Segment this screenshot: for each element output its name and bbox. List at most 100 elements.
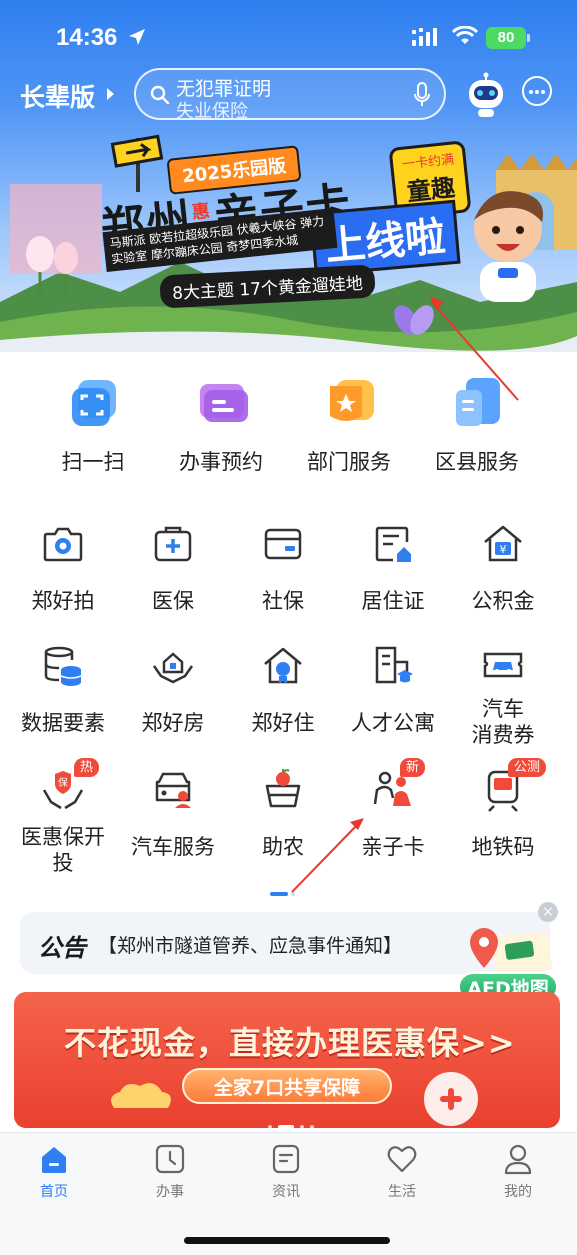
grid-item-housing-fund[interactable]: ¥ 公积金 (448, 522, 558, 632)
grid-item-zhenghaozhu[interactable]: 郑好住 (228, 644, 338, 754)
notice-tag: 公告 (38, 934, 86, 962)
child-mascot-illustration (474, 191, 544, 302)
grid-label: 郑好房 (141, 711, 205, 735)
grid-item-yihuibao[interactable]: 保 热 医惠保开 投 (8, 758, 118, 878)
grid-label-line2: 消费券 (471, 723, 535, 747)
caret-right-icon (107, 88, 114, 100)
signal-icon (412, 28, 437, 46)
grid-label-line1: 汽车 (482, 697, 524, 721)
page-indicator-dot (291, 892, 295, 896)
social-security-icon (264, 528, 302, 560)
top-bar: 长辈版 无犯罪证明 失业保险 (0, 66, 577, 122)
status-time: 14:36 (56, 24, 118, 51)
tab-label: 首页 (40, 1184, 68, 1200)
promo-banner-insurance[interactable]: 不花现金，直接办理医惠保>> 全家7口共享保障 (14, 992, 560, 1128)
medical-insurance-icon (154, 526, 192, 562)
svg-text:保: 保 (58, 776, 68, 789)
heart-icon (387, 1146, 417, 1173)
quick-item-scan[interactable]: 扫一扫 (38, 376, 148, 486)
residence-permit-icon (375, 526, 411, 562)
camera-icon (43, 527, 83, 562)
tab-services[interactable]: 办事 (130, 1143, 210, 1203)
grid-label: 地铁码 (471, 835, 535, 859)
grid-label: 助农 (262, 835, 304, 859)
grid-item-car-service[interactable]: 汽车服务 (118, 768, 228, 878)
page-indicator-active (270, 892, 288, 896)
quick-item-department[interactable]: 部门服务 (294, 376, 404, 486)
close-icon[interactable]: × (538, 902, 558, 922)
quick-label-appointment: 办事预约 (179, 450, 263, 474)
clock-icon (155, 1144, 185, 1174)
news-icon (272, 1144, 300, 1174)
tab-label: 我的 (504, 1184, 532, 1200)
new-tag: 新 (400, 758, 426, 777)
grid-label: 郑好住 (251, 711, 315, 735)
notice-text: 【郑州市隧道管养、应急事件通知】 (98, 935, 403, 957)
battery-indicator: 80 (486, 27, 530, 49)
grid-label: 社保 (262, 589, 304, 613)
appointment-icon (200, 384, 248, 422)
housing-fund-icon: ¥ (484, 525, 522, 562)
grid-label-line2: 投 (52, 851, 74, 875)
flowers-illustration (10, 184, 102, 294)
grid-item-data-elements[interactable]: 数据要素 (8, 644, 118, 754)
tab-home[interactable]: 首页 (14, 1143, 94, 1203)
grid-item-family-card[interactable]: 新 亲子卡 (338, 758, 448, 878)
tab-label: 生活 (388, 1184, 416, 1200)
grid-label: 医保 (152, 589, 194, 613)
grid-item-residence-permit[interactable]: 居住证 (338, 522, 448, 632)
grid-label: 汽车服务 (131, 835, 215, 859)
grid-item-metro-code[interactable]: 公测 地铁码 (448, 758, 558, 878)
tab-profile[interactable]: 我的 (478, 1143, 558, 1203)
grid-label: 居住证 (361, 589, 425, 613)
quick-label-district: 区县服务 (435, 450, 519, 474)
quick-label-department: 部门服务 (307, 450, 391, 474)
main-content: 扫一扫 办事预约 部门服务 区县服务 郑好拍 医保 社保 居住证 ¥ 公积金 数… (0, 352, 577, 1132)
district-icon (456, 378, 500, 426)
grid-item-zhenghaopai[interactable]: 郑好拍 (8, 522, 118, 632)
grid-label: 公积金 (471, 589, 535, 613)
grid-item-talent-apartment[interactable]: 人才公寓 (338, 644, 448, 754)
grid-item-car-coupon[interactable]: 汽车 消费券 (448, 644, 558, 754)
home-indicator (184, 1237, 390, 1244)
house-hands-icon (152, 652, 194, 684)
status-bar: 14:36 80 (0, 0, 577, 62)
promo-banner-family-card[interactable]: 2025乐园版 一卡约满 童趣 郑州惠玩亲子卡 上线啦 马斯派 欧若拉超级乐园 … (0, 122, 577, 352)
tab-life[interactable]: 生活 (362, 1143, 442, 1203)
search-box[interactable]: 无犯罪证明 失业保险 (134, 68, 446, 122)
car-service-icon (155, 772, 191, 808)
grid-item-medical-insurance[interactable]: 医保 (118, 522, 228, 632)
carousel-dots (268, 1114, 320, 1128)
road-sign-icon (110, 134, 164, 192)
search-icon (150, 85, 170, 105)
location-arrow-icon (129, 29, 145, 45)
grid-item-zhenghaofang[interactable]: 郑好房 (118, 644, 228, 754)
plus-icon (424, 1072, 478, 1126)
quick-item-district[interactable]: 区县服务 (422, 376, 532, 486)
quick-services: 扫一扫 办事预约 部门服务 区县服务 (0, 376, 577, 486)
wifi-icon (452, 26, 478, 44)
microphone-icon[interactable] (414, 82, 430, 108)
home-badge-icon (264, 647, 302, 684)
quick-label-scan: 扫一扫 (61, 450, 125, 474)
grid-item-social-security[interactable]: 社保 (228, 522, 338, 632)
apartment-icon (375, 646, 413, 684)
grid-label: 亲子卡 (361, 835, 425, 859)
grid-label: 数据要素 (21, 711, 105, 735)
grid-item-help-farmers[interactable]: 助农 (228, 768, 338, 878)
cloud-decoration (111, 1083, 171, 1108)
scan-icon (72, 380, 116, 426)
promo-title: 不花现金，直接办理医惠保>> (64, 1024, 516, 1062)
elder-mode-button[interactable]: 长辈版 (20, 78, 95, 114)
department-icon (330, 380, 374, 421)
hero-header: 14:36 80 长辈版 无犯罪证明 失业保险 2025乐园版 一卡约满 童趣 … (0, 0, 577, 352)
more-options-icon[interactable] (522, 76, 552, 106)
database-icon (44, 646, 82, 686)
quick-item-appointment[interactable]: 办事预约 (166, 376, 276, 486)
flower-decoration (394, 305, 434, 335)
hot-tag: 热 (74, 758, 100, 777)
car-coupon-icon (483, 652, 523, 678)
tab-news[interactable]: 资讯 (246, 1143, 326, 1203)
assistant-robot-icon[interactable] (466, 72, 506, 118)
promo-pill: 全家7口共享保障 (182, 1068, 392, 1104)
